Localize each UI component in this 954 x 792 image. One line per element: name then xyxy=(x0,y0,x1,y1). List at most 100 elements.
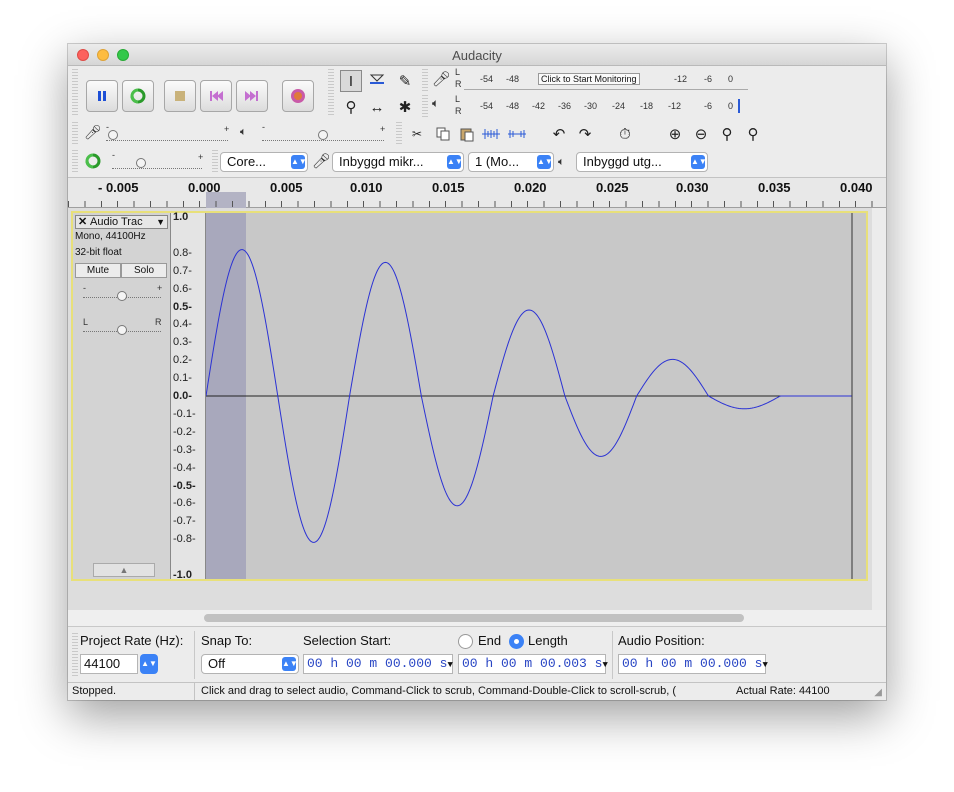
audio-position-field[interactable]: 00 h 00 m 00.000 s▼ xyxy=(618,654,768,674)
playback-device-select[interactable]: Inbyggd utg... ▲▼ xyxy=(576,152,708,172)
chevron-updown-icon: ▲▼ xyxy=(291,155,307,169)
audio-track[interactable]: ✕ Audio Trac ▼ Mono, 44100Hz 32-bit floa… xyxy=(71,211,868,581)
microphone-icon[interactable]: 🎤︎ xyxy=(432,70,451,88)
zoom-in-icon: ⊕ xyxy=(668,126,682,143)
play-speed-slider[interactable] xyxy=(112,168,202,169)
skip-to-end-button[interactable] xyxy=(236,80,268,112)
amplitude-tick-label: 0.0- xyxy=(173,390,192,402)
ruler-tick-label: 0.020 xyxy=(514,180,547,195)
project-rate-label: Project Rate (Hz): xyxy=(80,633,184,648)
undo-button[interactable]: ↶ xyxy=(548,123,570,145)
toolbar-grip[interactable] xyxy=(396,122,402,144)
time-shift-tool-button[interactable]: ↔ xyxy=(366,96,388,118)
zoom-out-button[interactable]: ⊖ xyxy=(690,123,712,145)
length-field[interactable]: 00 h 00 m 00.003 s▼ xyxy=(458,654,608,674)
monitor-prompt[interactable]: Click to Start Monitoring xyxy=(538,73,640,85)
meter-tick: -6 xyxy=(704,74,713,84)
recording-device-value: Inbyggd mikr... xyxy=(339,154,424,169)
cut-button[interactable]: ✂ xyxy=(406,123,428,145)
toolbar-grip[interactable] xyxy=(422,95,428,117)
recording-device-select[interactable]: Inbyggd mikr... ▲▼ xyxy=(332,152,464,172)
amplitude-ruler[interactable]: 1.0 0.8- 0.7- 0.6- 0.5- 0.4- 0.3- 0.2- 0.1- 0.0- -… xyxy=(171,211,206,581)
waveform-view[interactable] xyxy=(206,213,866,579)
channel-r-label: R xyxy=(455,79,462,89)
fit-selection-button[interactable]: ⚲ xyxy=(716,123,738,145)
length-radio[interactable] xyxy=(509,634,524,649)
toolbar-grip[interactable] xyxy=(328,69,334,117)
recording-channels-select[interactable]: 1 (Mo... ▲▼ xyxy=(468,152,554,172)
stop-button[interactable] xyxy=(164,80,196,112)
amplitude-tick-label: 0.5- xyxy=(173,300,192,313)
track-sample-format: 32-bit float xyxy=(75,247,122,258)
silence-audio-button[interactable] xyxy=(506,123,528,145)
zoom-tool-button[interactable]: ⚲ xyxy=(340,96,362,118)
actual-rate: Actual Rate: 44100 xyxy=(736,685,830,697)
project-rate-dropdown[interactable]: ▲▼ xyxy=(140,654,158,674)
playback-volume-slider[interactable] xyxy=(262,140,384,141)
project-rate-value: 44100 xyxy=(84,656,121,671)
solo-button[interactable]: Solo xyxy=(121,263,167,278)
toolbar-grip[interactable] xyxy=(422,69,428,91)
snap-to-select[interactable]: Off ▲▼ xyxy=(201,654,299,674)
project-rate-field[interactable]: 44100 xyxy=(80,654,138,674)
pause-button[interactable] xyxy=(86,80,118,112)
record-button[interactable] xyxy=(282,80,314,112)
end-radio[interactable] xyxy=(458,634,473,649)
speaker-icon[interactable]: 🔈︎ xyxy=(432,96,439,111)
draw-tool-button[interactable]: ✎ xyxy=(394,70,416,92)
fit-project-button[interactable]: ⚲ xyxy=(742,123,764,145)
mute-button[interactable]: Mute xyxy=(75,263,121,278)
horizontal-scroll-thumb[interactable] xyxy=(204,614,744,622)
divider xyxy=(194,683,195,700)
multi-tool-button[interactable]: ✱ xyxy=(394,96,416,118)
gain-plus-label: + xyxy=(157,283,163,293)
snap-to-value: Off xyxy=(208,656,226,671)
loop-play-button[interactable] xyxy=(122,80,154,112)
copy-button[interactable] xyxy=(432,123,454,145)
selection-start-field[interactable]: 00 h 00 m 00.000 s▼ xyxy=(303,654,453,674)
envelope-tool-button[interactable] xyxy=(366,70,388,92)
record-meter[interactable]: -54 -48 Click to Start Monitoring -12 -6… xyxy=(464,70,748,90)
selection-tool-button[interactable]: I xyxy=(340,70,362,92)
chevron-updown-icon: ▲▼ xyxy=(537,155,553,169)
recording-volume-thumb[interactable] xyxy=(108,130,118,140)
audio-position-label: Audio Position: xyxy=(618,633,705,648)
playback-volume-thumb[interactable] xyxy=(318,130,328,140)
horizontal-scrollbar[interactable] xyxy=(68,610,886,626)
i-beam-icon: I xyxy=(348,72,354,90)
toolbar-grip[interactable] xyxy=(72,122,78,144)
timeline-ruler[interactable]: - 0.005 0.000 0.005 0.010 0.015 0.020 0.… xyxy=(68,177,886,208)
pan-slider-thumb[interactable] xyxy=(117,325,127,335)
track-name-menu[interactable]: ✕ Audio Trac ▼ xyxy=(75,215,168,229)
plus-label: + xyxy=(380,124,386,134)
stop-icon xyxy=(175,91,185,101)
paste-button[interactable] xyxy=(456,123,478,145)
resize-grip-icon[interactable]: ◢ xyxy=(874,685,882,700)
amplitude-tick-label: 0.3- xyxy=(173,336,192,349)
gain-slider-thumb[interactable] xyxy=(117,291,127,301)
trim-audio-button[interactable] xyxy=(480,123,502,145)
redo-button[interactable]: ↷ xyxy=(574,123,596,145)
ruler-ticks xyxy=(68,201,886,207)
ruler-tick-label: 0.015 xyxy=(432,180,465,195)
track-area[interactable]: ✕ Audio Trac ▼ Mono, 44100Hz 32-bit floa… xyxy=(68,208,872,610)
chevron-updown-icon: ▲▼ xyxy=(282,657,298,671)
meter-tick: -48 xyxy=(506,74,520,84)
meter-tick: -24 xyxy=(612,101,626,111)
play-at-speed-button[interactable] xyxy=(82,150,104,172)
collapse-track-button[interactable]: ▲ xyxy=(93,563,155,577)
fit-project-icon: ⚲ xyxy=(747,126,759,143)
close-track-icon[interactable]: ✕ xyxy=(78,216,87,228)
playback-meter[interactable]: -54 -48 -42 -36 -30 -24 -18 -12 -6 0 xyxy=(464,97,748,117)
zoom-in-button[interactable]: ⊕ xyxy=(664,123,686,145)
sync-lock-button[interactable]: ⏱ xyxy=(614,123,636,145)
recording-volume-slider[interactable] xyxy=(106,140,228,141)
toolbar-grip[interactable] xyxy=(72,633,78,677)
toolbar-grip[interactable] xyxy=(72,150,78,172)
toolbar-grip[interactable] xyxy=(212,150,218,172)
toolbar-grip[interactable] xyxy=(72,69,78,117)
play-speed-thumb[interactable] xyxy=(136,158,146,168)
skip-to-start-button[interactable] xyxy=(200,80,232,112)
audio-host-select[interactable]: Core... ▲▼ xyxy=(220,152,308,172)
copy-icon xyxy=(436,127,450,141)
